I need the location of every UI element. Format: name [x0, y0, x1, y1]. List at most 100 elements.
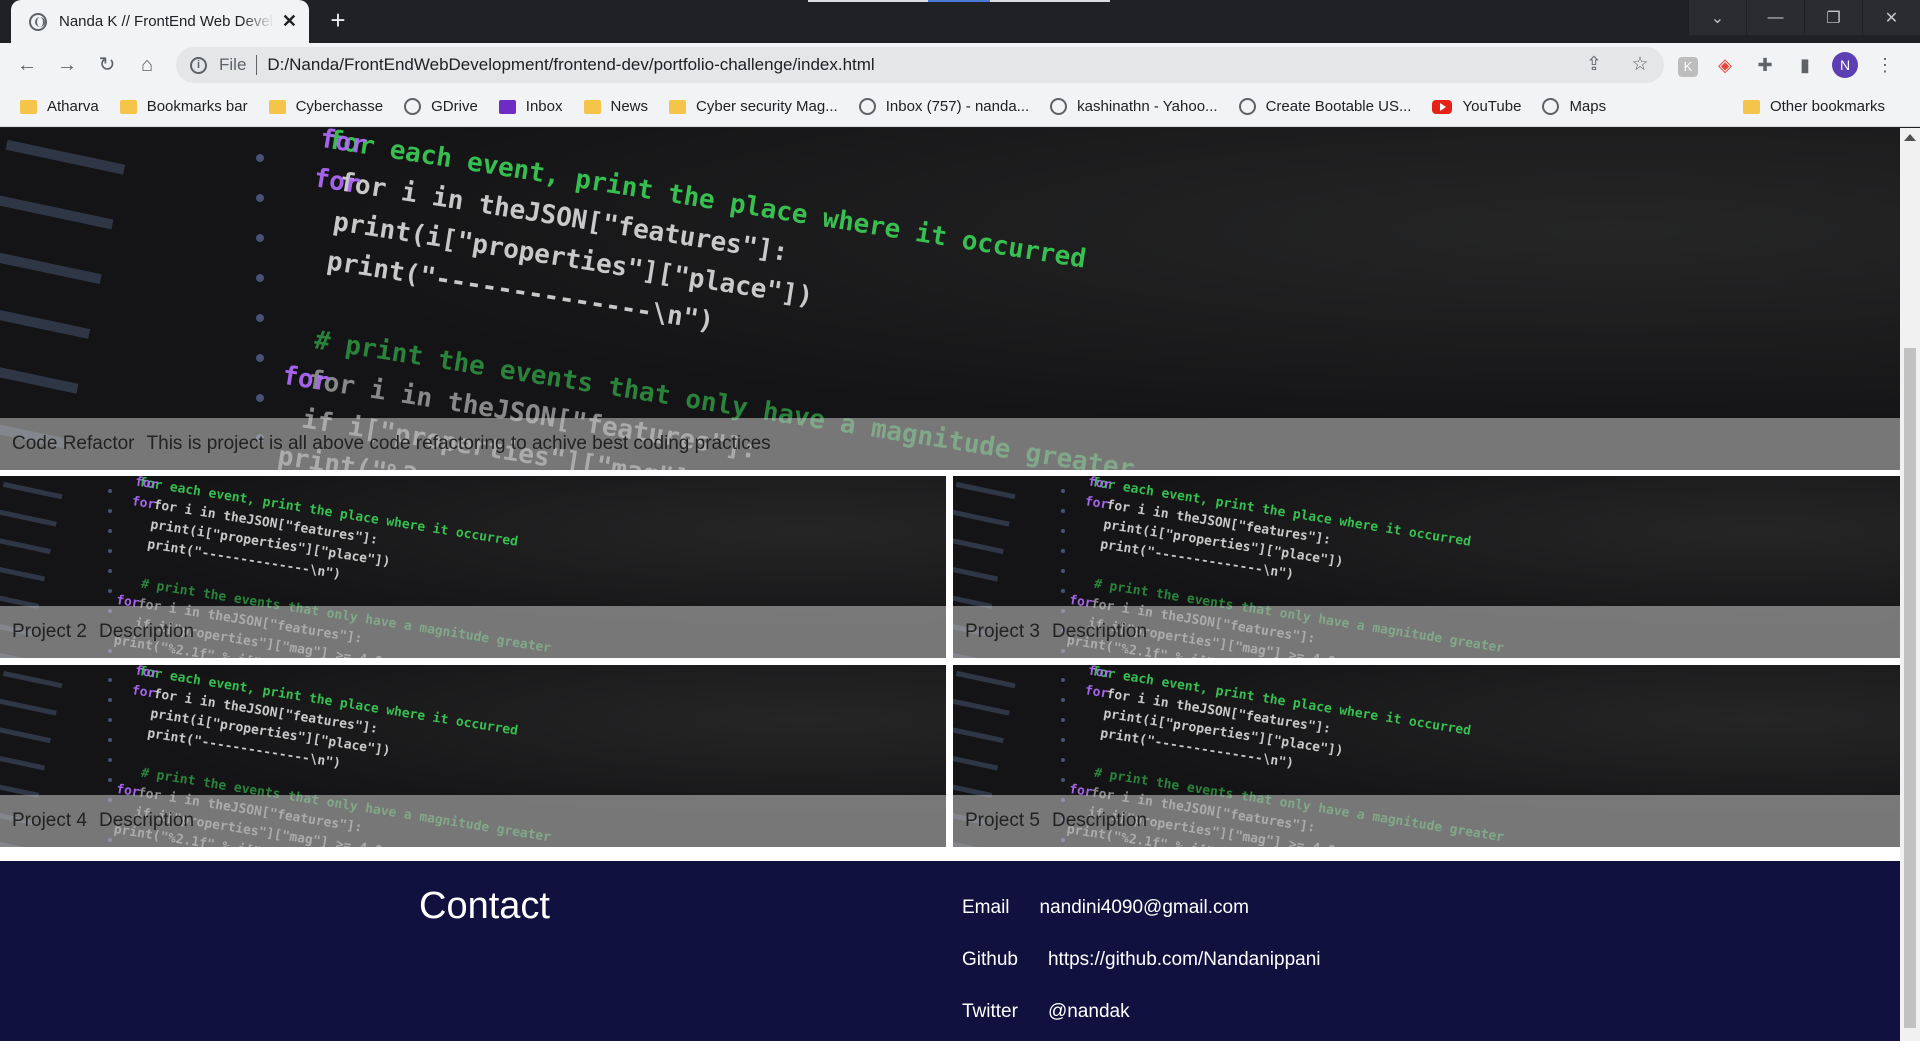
bookmark-item[interactable]: YouTube: [1432, 98, 1521, 115]
extensions-puzzle-icon[interactable]: ✚: [1752, 52, 1778, 78]
project-card-featured[interactable]: for each event, print the place where it…: [0, 128, 1900, 470]
info-icon[interactable]: i: [190, 56, 207, 74]
gutter-dot: [256, 234, 264, 242]
code-keyword: for: [134, 665, 160, 682]
gutter-dot: [1061, 758, 1065, 762]
folder-icon: [1742, 99, 1760, 114]
contact-github-row: Github https://github.com/Nandanippani: [962, 949, 1321, 971]
tab-search-icon[interactable]: ⌄: [1689, 0, 1746, 35]
folder-icon: [119, 99, 137, 114]
project-card[interactable]: for each event, print the place where it…: [0, 476, 946, 658]
bookmark-item[interactable]: Cyber security Mag...: [669, 98, 838, 115]
blurred-line: [953, 753, 999, 771]
project-card[interactable]: for each event, print the place where it…: [953, 476, 1900, 658]
bookmark-item[interactable]: Inbox (757) - nanda...: [858, 98, 1029, 115]
bookmark-label: Cyber security Mag...: [696, 98, 838, 115]
bookmark-item[interactable]: Bookmarks bar: [119, 98, 248, 115]
gutter-dot: [1061, 698, 1065, 702]
bookmark-item[interactable]: Maps: [1542, 98, 1606, 115]
project-caption: Code Refactor This is project is all abo…: [0, 418, 1900, 470]
code-keyword: for: [1087, 476, 1113, 493]
tab-strip: Nanda K // FrontEnd Web Developer ✕ + ⌄ …: [0, 0, 1920, 43]
project-description: Description: [98, 810, 195, 831]
project-caption: Project 4 Description: [0, 795, 946, 847]
bookmark-item[interactable]: GDrive: [404, 98, 478, 115]
globe-icon: [404, 98, 422, 115]
gutter-dot: [1061, 529, 1065, 533]
contact-email-row: Email nandini4090@gmail.com: [962, 897, 1249, 919]
share-icon[interactable]: ⇪: [1582, 53, 1606, 77]
project-title: Project 5: [965, 810, 1040, 831]
restore-icon[interactable]: ❐: [1805, 0, 1862, 35]
address-bar[interactable]: i File D:/Nanda/FrontEndWebDevelopment/f…: [176, 47, 1664, 83]
code-keyword: for: [280, 361, 331, 398]
bookmark-label: Atharva: [47, 98, 99, 115]
project-card[interactable]: for each event, print the place where it…: [0, 665, 946, 847]
bookmark-label: YouTube: [1462, 98, 1522, 115]
twitter-link[interactable]: @nandak: [1048, 1001, 1130, 1023]
forward-icon[interactable]: →: [54, 52, 80, 78]
bookmark-label: GDrive: [431, 98, 478, 115]
gutter-dot: [256, 274, 264, 282]
blurred-line: [5, 139, 126, 175]
extension-red-icon[interactable]: ◈: [1712, 52, 1738, 78]
project-title: Project 2: [12, 621, 87, 642]
bookmark-item[interactable]: kashinathn - Yahoo...: [1050, 98, 1218, 115]
back-icon[interactable]: ←: [14, 52, 40, 78]
bookmark-item[interactable]: News: [583, 98, 649, 115]
blurred-line: [0, 509, 57, 527]
scroll-up-icon[interactable]: [1904, 134, 1916, 141]
url-text[interactable]: D:/Nanda/FrontEndWebDevelopment/frontend…: [267, 55, 874, 75]
bookmark-item[interactable]: Atharva: [20, 98, 99, 115]
code-keyword: for: [1084, 494, 1110, 513]
side-panel-icon[interactable]: ▮: [1792, 52, 1818, 78]
home-icon[interactable]: ⌂: [134, 52, 160, 78]
blurred-line: [0, 698, 57, 716]
bookmark-label: News: [610, 98, 649, 115]
new-tab-button[interactable]: +: [324, 6, 352, 34]
close-icon[interactable]: ✕: [282, 11, 297, 32]
bookmark-label: Maps: [1569, 98, 1607, 115]
gutter-dot: [108, 718, 112, 722]
project-title: Project 4: [12, 810, 87, 831]
scroll-thumb[interactable]: [1904, 348, 1916, 1028]
folder-icon: [20, 99, 37, 114]
project-description: This is project is all above code refact…: [146, 433, 771, 454]
file-label: File: [219, 55, 247, 74]
project-card[interactable]: for each event, print the place where it…: [953, 665, 1900, 847]
gutter-dot: [1061, 509, 1065, 513]
bookmark-item[interactable]: Create Bootable US...: [1238, 98, 1411, 115]
browser-tab[interactable]: Nanda K // FrontEnd Web Developer ✕: [11, 0, 309, 43]
reload-icon[interactable]: ↻: [94, 52, 120, 78]
project-description: Description: [1051, 810, 1148, 831]
bookmark-star-icon[interactable]: ☆: [1628, 53, 1652, 77]
close-window-icon[interactable]: ✕: [1863, 0, 1920, 35]
bookmark-item[interactable]: Inbox: [498, 98, 563, 115]
more-menu-icon[interactable]: ⋮: [1872, 52, 1898, 78]
blurred-line: [953, 564, 999, 582]
github-link[interactable]: https://github.com/Nandanippani: [1048, 949, 1321, 971]
page-scrollbar[interactable]: [1900, 128, 1920, 1041]
gutter-dot: [1061, 549, 1065, 553]
blurred-line: [955, 670, 1016, 689]
gutter-dot: [108, 549, 112, 553]
minimize-icon[interactable]: —: [1747, 0, 1804, 35]
bookmark-label: Cyberchasse: [295, 98, 384, 115]
extensions-area: K ◈ ✚ ▮ N ⋮: [1678, 52, 1898, 78]
other-bookmarks[interactable]: Other bookmarks: [1742, 98, 1885, 115]
gutter-dot: [108, 678, 112, 682]
gutter-dot: [108, 489, 112, 493]
code-keyword: for: [131, 494, 157, 513]
bookmark-item[interactable]: Cyberchasse: [268, 98, 384, 115]
email-link[interactable]: nandini4090@gmail.com: [1040, 897, 1249, 919]
code-keyword: for: [131, 683, 157, 702]
blurred-line: [0, 358, 79, 394]
blurred-line: [0, 194, 114, 230]
gutter-dot: [108, 509, 112, 513]
extension-k-icon[interactable]: K: [1678, 56, 1698, 77]
avatar[interactable]: N: [1832, 52, 1858, 78]
gutter-dot: [108, 529, 112, 533]
code-keyword: for: [1084, 683, 1110, 702]
gutter-dot: [108, 589, 112, 593]
globe-icon: [1542, 98, 1560, 115]
